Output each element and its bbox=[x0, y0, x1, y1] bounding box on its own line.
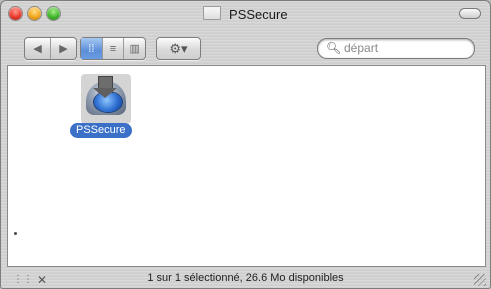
list-view-icon: ≡ bbox=[109, 42, 117, 55]
search-field: 🔍︎ bbox=[317, 38, 475, 59]
view-switcher: ⁞⁞ ≡ ▥ bbox=[80, 37, 146, 60]
forward-icon: ▶ bbox=[59, 43, 68, 55]
search-icon: 🔍︎ bbox=[326, 41, 342, 55]
status-text: 1 sur 1 sélectionné, 26.6 Mo disponibles bbox=[147, 272, 344, 284]
back-forward-control: ◀ ▶ bbox=[24, 37, 77, 60]
disk-image-icon[interactable] bbox=[81, 74, 131, 124]
window-title: PSSecure bbox=[229, 7, 288, 22]
forward-button[interactable]: ▶ bbox=[50, 38, 76, 59]
back-icon: ◀ bbox=[33, 43, 42, 55]
window-title-wrap: PSSecure bbox=[1, 6, 490, 22]
title-bar[interactable]: PSSecure bbox=[1, 1, 490, 25]
toolbar: ◀ ▶ ⁞⁞ ≡ ▥ ⚙▾ 🔍︎ bbox=[1, 25, 490, 65]
folder-icon bbox=[203, 6, 222, 20]
list-view-button[interactable]: ≡ bbox=[101, 38, 124, 59]
icon-view-icon: ⁞⁞ bbox=[88, 42, 95, 55]
status-bar: ⋮⋮ ✕ 1 sur 1 sélectionné, 26.6 Mo dispon… bbox=[1, 267, 490, 288]
file-area[interactable]: PSSecure bbox=[7, 65, 486, 267]
resize-handle[interactable] bbox=[474, 274, 486, 286]
toolbar-toggle-button[interactable] bbox=[459, 8, 481, 19]
scroll-marker bbox=[14, 232, 17, 235]
gear-icon: ⚙▾ bbox=[169, 40, 188, 56]
search-input[interactable] bbox=[344, 40, 464, 56]
column-view-icon: ▥ bbox=[129, 43, 140, 55]
finder-window: PSSecure ◀ ▶ ⁞⁞ ≡ ▥ ⚙▾ 🔍︎ départ PSSecur… bbox=[0, 0, 491, 289]
download-arrow-icon bbox=[93, 76, 117, 98]
icon-view-button[interactable]: ⁞⁞ bbox=[81, 38, 102, 59]
back-button[interactable]: ◀ bbox=[25, 38, 50, 59]
column-view-button[interactable]: ▥ bbox=[123, 38, 145, 59]
action-menu-button[interactable]: ⚙▾ bbox=[156, 37, 201, 60]
selected-item-label[interactable]: PSSecure bbox=[70, 123, 132, 138]
